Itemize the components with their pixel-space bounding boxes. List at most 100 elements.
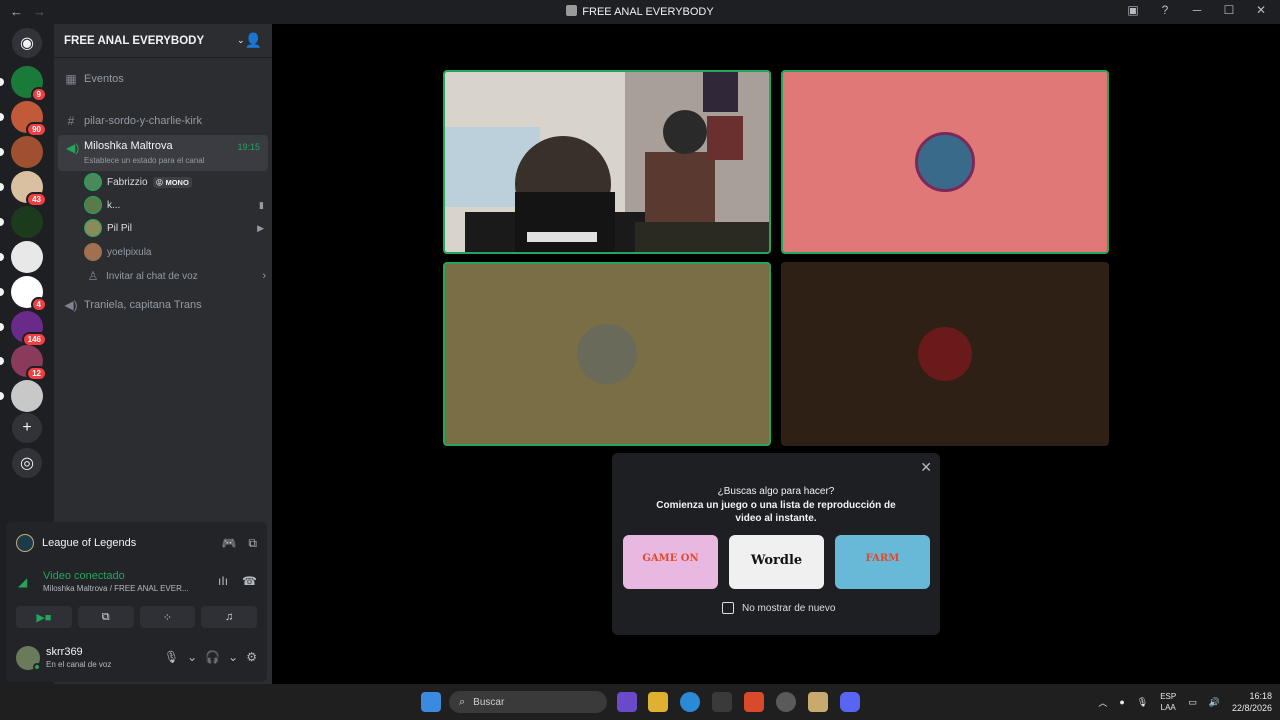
server-icon[interactable] [11, 380, 43, 412]
activity-panel: League of Legends 🎮 ⧉ ◢ Video conectado … [6, 522, 267, 682]
window-controls: ▣ ? ─ ☐ ✕ [1124, 3, 1270, 17]
server-icon[interactable] [11, 241, 43, 273]
member-name: yoelpixula [107, 246, 152, 258]
channel-status[interactable]: Establece un estado para el canal [84, 156, 205, 165]
help-icon[interactable]: ? [1156, 3, 1174, 17]
clock[interactable]: 16:18 22/8/2026 [1232, 690, 1272, 714]
member-name: Pil Pil [107, 222, 133, 234]
language-indicator[interactable]: ESP LAA [1160, 691, 1176, 713]
server-icon[interactable]: 146 [11, 311, 47, 347]
unread-indicator [0, 183, 4, 191]
camera-button[interactable]: ▶■ [16, 606, 72, 628]
video-tile[interactable] [443, 262, 771, 446]
steam-icon[interactable] [776, 692, 796, 712]
league-icon[interactable] [808, 692, 828, 712]
headphones-icon[interactable]: 🎧 [205, 650, 220, 664]
gear-icon[interactable]: ⚙ [246, 650, 257, 664]
unread-indicator [0, 323, 4, 331]
chevron-up-icon[interactable]: ︿ [1098, 696, 1107, 709]
server-icon[interactable]: 9 [11, 66, 47, 102]
game-card[interactable]: GAME ON [623, 535, 718, 589]
invite-voice[interactable]: ♙ Invitar al chat de voz › [84, 269, 266, 283]
hash-icon: # [67, 114, 75, 128]
volume-icon[interactable]: 🔊 [1209, 697, 1220, 708]
window-title: FREE ANAL EVERYBODY [0, 5, 1280, 18]
windows-start-icon[interactable] [421, 692, 441, 712]
server-icon[interactable]: 90 [11, 101, 47, 137]
brave-icon[interactable] [744, 692, 764, 712]
avatar [84, 219, 102, 237]
microphone-icon[interactable]: 🎙 [164, 650, 179, 664]
speaker-icon: ◀) [66, 141, 80, 155]
server-icon[interactable]: 4 [11, 276, 47, 312]
video-tile[interactable] [781, 70, 1109, 254]
server-icon[interactable] [11, 206, 43, 238]
voice-timer: 19:15 [237, 142, 260, 152]
share-screen-button[interactable]: ⧉ [77, 606, 134, 628]
store-icon[interactable] [712, 692, 732, 712]
discord-home-icon[interactable]: ◉ [12, 28, 42, 58]
voice-member[interactable]: k... ▮ [84, 195, 264, 215]
unread-indicator [0, 218, 4, 226]
add-server-button[interactable]: + [12, 413, 42, 443]
member-tag: 😝 MONO [152, 176, 192, 188]
checkbox[interactable] [722, 602, 734, 614]
league-icon [16, 534, 34, 552]
server-icon[interactable]: 43 [11, 171, 47, 207]
avatar [918, 327, 972, 381]
avatar [84, 243, 102, 261]
video-tile[interactable] [781, 262, 1109, 446]
disconnect-icon[interactable]: ☎ [242, 574, 257, 588]
avatar [915, 132, 975, 192]
mention-badge: 43 [26, 192, 47, 207]
voice-member[interactable]: yoelpixula [84, 242, 264, 262]
search-icon: ⌕ [459, 695, 466, 708]
channel-sidebar: FREE ANAL EVERYBODY ⌄ 👤 ▦ Eventos # pilar-… [6, 24, 272, 684]
game-title: FARM [865, 553, 900, 564]
app-tray-icon[interactable]: ● [1119, 697, 1124, 707]
search-input[interactable]: ⌕ Buscar [449, 691, 607, 713]
maximize-icon[interactable]: ☐ [1220, 3, 1238, 17]
gamepad-icon[interactable]: 🎮 [221, 536, 236, 551]
voice-member[interactable]: Fabrizzio 😝 MONO [84, 172, 264, 192]
server-header[interactable]: FREE ANAL EVERYBODY ⌄ 👤 [54, 24, 272, 58]
game-card[interactable]: Wordle [729, 535, 824, 589]
network-icon[interactable]: ▭ [1188, 697, 1197, 708]
taskbar: ⌕ Buscar ︿ ● 🎙 ESP LAA ▭ 🔊 16:18 22/8/2026 [0, 684, 1280, 720]
invite-icon[interactable]: 👤 [245, 32, 262, 49]
noise-suppression-icon[interactable]: ıIı [218, 574, 228, 588]
server-icon[interactable]: 12 [11, 345, 47, 381]
discover-button[interactable]: ◎ [12, 448, 42, 478]
screen-share-icon[interactable]: ⧉ [248, 536, 257, 551]
member-name: k... [107, 199, 121, 211]
microphone-icon[interactable]: 🎙 [1137, 697, 1148, 708]
inbox-icon[interactable]: ▣ [1124, 3, 1142, 17]
game-title: Wordle [750, 553, 803, 568]
voice-channel[interactable]: ◀) Traniela, capitana Trans [62, 298, 266, 312]
server-icon[interactable] [11, 136, 43, 168]
close-icon[interactable]: ✕ [920, 459, 932, 476]
mention-badge: 90 [26, 122, 47, 137]
chevron-down-icon[interactable]: ⌄ [228, 650, 238, 664]
streaming-icon: ▮ [259, 199, 264, 210]
voice-member[interactable]: Pil Pil ▶ [84, 218, 264, 238]
soundboard-button[interactable]: ♫ [201, 606, 257, 628]
game-card[interactable]: FARM [835, 535, 930, 589]
mention-badge: 4 [30, 297, 47, 312]
webcam-feed [445, 72, 769, 252]
dont-show-again[interactable]: No mostrar de nuevo [722, 602, 835, 614]
text-channel[interactable]: # pilar-sordo-y-charlie-kirk [62, 114, 266, 128]
file-explorer-icon[interactable] [648, 692, 668, 712]
widgets-icon[interactable] [617, 692, 637, 712]
events-item[interactable]: ▦ Eventos [62, 72, 266, 86]
minimize-icon[interactable]: ─ [1188, 3, 1206, 17]
activities-button[interactable]: ⁘ [139, 606, 196, 628]
discord-icon[interactable] [840, 692, 860, 712]
avatar [84, 173, 102, 191]
voice-channel-active[interactable]: ◀) Miloshka Maltrova Establece un estado… [58, 135, 268, 171]
edge-icon[interactable] [680, 692, 700, 712]
chevron-down-icon[interactable]: ⌄ [187, 650, 197, 664]
video-tile[interactable] [443, 70, 771, 254]
close-icon[interactable]: ✕ [1252, 3, 1270, 17]
chevron-right-icon: › [262, 270, 266, 282]
